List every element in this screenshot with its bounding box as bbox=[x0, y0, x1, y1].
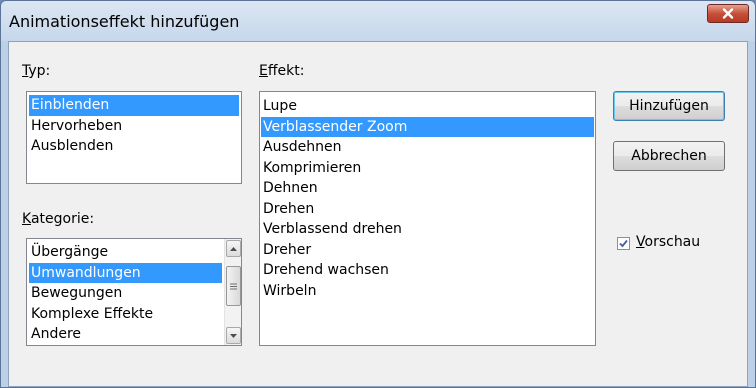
typ-list-item[interactable]: Einblenden bbox=[29, 95, 239, 116]
effekt-list-item[interactable]: Drehend wachsen bbox=[261, 260, 594, 281]
kategorie-list-item[interactable]: Komplexe Effekte bbox=[29, 304, 222, 325]
add-button[interactable]: Hinzufügen bbox=[613, 91, 725, 121]
grip-icon bbox=[230, 283, 237, 289]
kategorie-label: Kategorie: bbox=[22, 211, 95, 227]
effekt-list-item[interactable]: Dreher bbox=[261, 240, 594, 261]
preview-checkbox[interactable] bbox=[617, 237, 630, 250]
dialog-client-area: Typ: Einblenden Hervorheben Ausblenden Kat… bbox=[8, 41, 748, 387]
scroll-thumb[interactable] bbox=[226, 266, 241, 306]
effekt-list-item[interactable]: Komprimieren bbox=[261, 158, 594, 179]
chevron-down-icon bbox=[230, 333, 237, 338]
effekt-list-item[interactable]: Verblassend drehen bbox=[261, 219, 594, 240]
typ-list-item[interactable]: Hervorheben bbox=[29, 116, 239, 137]
effekt-list-item[interactable]: Verblassender Zoom bbox=[261, 116, 594, 137]
dialog-window: Animationseffekt hinzufügen Typ: Einblen… bbox=[0, 0, 756, 388]
effekt-list-item[interactable]: Dehnen bbox=[261, 178, 594, 199]
effekt-list-item[interactable]: Drehen bbox=[261, 199, 594, 220]
effekt-list-item[interactable]: Lupe bbox=[261, 96, 594, 117]
preview-label[interactable]: Vorschau bbox=[636, 234, 700, 250]
typ-listbox[interactable]: Einblenden Hervorheben Ausblenden bbox=[26, 91, 242, 184]
checkmark-icon bbox=[619, 239, 628, 248]
effekt-listbox[interactable]: Lupe Verblassender Zoom Ausdehnen Komprimie… bbox=[259, 91, 596, 346]
scroll-up-button[interactable] bbox=[226, 240, 241, 257]
cancel-button[interactable]: Abbrechen bbox=[613, 141, 725, 171]
effekt-list-item[interactable]: Wirbeln bbox=[261, 281, 594, 302]
typ-label: Typ: bbox=[22, 63, 51, 79]
title-bar[interactable]: Animationseffekt hinzufügen bbox=[1, 1, 755, 41]
chevron-up-icon bbox=[230, 246, 237, 251]
kategorie-list-item[interactable]: Andere bbox=[29, 324, 222, 345]
kategorie-list-item[interactable]: Umwandlungen bbox=[29, 262, 222, 283]
close-button[interactable] bbox=[707, 4, 749, 23]
kategorie-list-item[interactable]: Bewegungen bbox=[29, 283, 222, 304]
scroll-down-button[interactable] bbox=[226, 327, 241, 344]
dialog-title: Animationseffekt hinzufügen bbox=[9, 12, 240, 31]
close-icon bbox=[722, 8, 734, 19]
effekt-list-item[interactable]: Ausdehnen bbox=[261, 137, 594, 158]
effekt-label: Effekt: bbox=[259, 63, 305, 79]
kategorie-list-item[interactable]: Übergänge bbox=[29, 242, 222, 263]
typ-list-item[interactable]: Ausblenden bbox=[29, 136, 239, 157]
kategorie-scrollbar[interactable] bbox=[224, 239, 241, 345]
kategorie-listbox[interactable]: Übergänge Umwandlungen Bewegungen Komplexe … bbox=[26, 238, 242, 346]
